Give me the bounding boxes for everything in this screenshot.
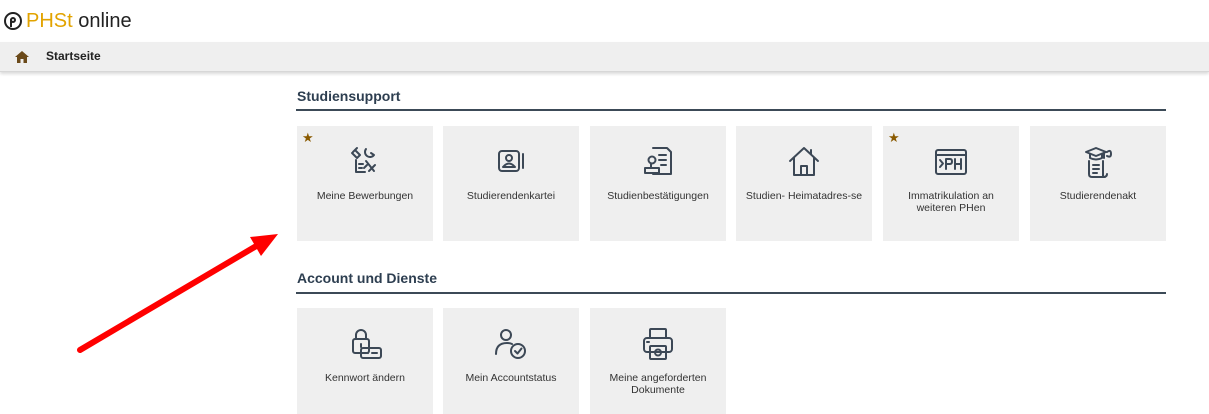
annotation-arrow bbox=[77, 234, 278, 353]
